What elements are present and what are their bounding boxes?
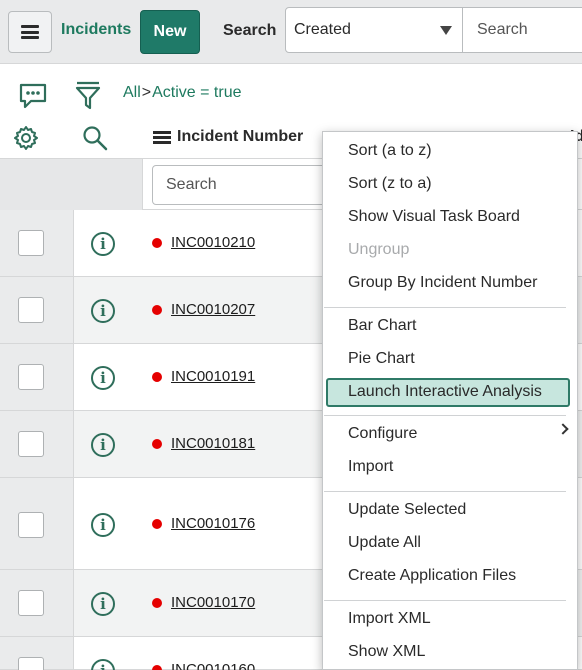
menu-item-update-all[interactable]: Update All xyxy=(348,534,421,552)
incident-link[interactable]: INC0010210 xyxy=(171,234,255,251)
priority-dot xyxy=(152,598,162,608)
personalize-list-button[interactable] xyxy=(12,124,40,152)
breadcrumb-condition[interactable]: Active = true xyxy=(152,84,241,101)
priority-dot xyxy=(152,665,162,670)
info-circle-icon[interactable]: i xyxy=(91,366,115,390)
menu-separator xyxy=(324,600,566,601)
incident-link[interactable]: INC0010181 xyxy=(171,435,255,452)
column-menu-icon[interactable] xyxy=(153,131,171,144)
menu-item-visual-task-board[interactable]: Show Visual Task Board xyxy=(348,208,520,226)
search-field-select[interactable]: Created xyxy=(285,7,463,53)
priority-dot xyxy=(152,519,162,529)
caret-down-icon xyxy=(440,26,452,35)
chevron-right-icon xyxy=(557,423,569,435)
column-search-input[interactable] xyxy=(152,165,332,205)
list-title: Incidents xyxy=(61,21,132,38)
column-context-menu: Sort (a to z) Sort (z to a) Show Visual … xyxy=(322,131,578,670)
incident-link[interactable]: INC0010170 xyxy=(171,594,255,611)
search-input[interactable] xyxy=(463,7,582,53)
menu-item-show-xml[interactable]: Show XML xyxy=(348,643,425,661)
incident-link[interactable]: INC0010207 xyxy=(171,301,255,318)
search-label: Search xyxy=(223,22,277,39)
row-checkbox[interactable] xyxy=(18,230,44,256)
menu-item-bar-chart[interactable]: Bar Chart xyxy=(348,317,416,335)
menu-item-pie-chart[interactable]: Pie Chart xyxy=(348,350,415,368)
info-circle-icon[interactable]: i xyxy=(91,592,115,616)
info-circle-icon[interactable]: i xyxy=(91,433,115,457)
column-header-label: Incident Number xyxy=(177,128,304,145)
activity-stream-button[interactable] xyxy=(18,82,48,110)
chat-bubble-icon xyxy=(19,83,47,109)
menu-item-group-by[interactable]: Group By Incident Number xyxy=(348,274,537,292)
menu-item-import[interactable]: Import xyxy=(348,458,393,476)
column-header-incident-number[interactable]: Incident Number xyxy=(153,128,303,146)
menu-separator xyxy=(324,491,566,492)
incident-link[interactable]: INC0010176 xyxy=(171,515,255,532)
gear-icon xyxy=(14,126,38,150)
menu-item-configure[interactable]: Configure xyxy=(348,425,417,443)
menu-item-sort-asc[interactable]: Sort (a to z) xyxy=(348,142,432,160)
menu-item-ungroup: Ungroup xyxy=(348,241,410,258)
info-circle-icon[interactable]: i xyxy=(91,513,115,537)
breadcrumb-all[interactable]: All xyxy=(123,84,141,101)
list-header-bar: Incidents New Search Created xyxy=(0,0,582,64)
info-circle-icon[interactable]: i xyxy=(91,299,115,323)
list-menu-button[interactable] xyxy=(8,11,52,53)
row-checkbox[interactable] xyxy=(18,590,44,616)
row-checkbox[interactable] xyxy=(18,364,44,390)
incident-link[interactable]: INC0010191 xyxy=(171,368,255,385)
filter-breadcrumb: All>Active = true xyxy=(123,84,242,102)
menu-separator xyxy=(324,415,566,416)
menu-item-create-application-files[interactable]: Create Application Files xyxy=(348,567,516,585)
priority-dot xyxy=(152,238,162,248)
priority-dot xyxy=(152,439,162,449)
filter-button[interactable] xyxy=(74,80,102,112)
new-button[interactable]: New xyxy=(140,10,200,54)
menu-item-launch-interactive-analysis[interactable]: Launch Interactive Analysis xyxy=(348,383,542,401)
row-checkbox[interactable] xyxy=(18,512,44,538)
priority-dot xyxy=(152,372,162,382)
menu-item-update-selected[interactable]: Update Selected xyxy=(348,501,466,519)
hamburger-icon xyxy=(21,25,39,39)
info-circle-icon[interactable]: i xyxy=(91,232,115,256)
toggle-search-button[interactable] xyxy=(81,124,109,152)
menu-item-import-xml[interactable]: Import XML xyxy=(348,610,431,628)
search-field-value: Created xyxy=(294,21,351,38)
menu-separator xyxy=(324,307,566,308)
menu-item-sort-desc[interactable]: Sort (z to a) xyxy=(348,175,432,193)
row-checkbox[interactable] xyxy=(18,297,44,323)
funnel-icon xyxy=(75,81,101,110)
priority-dot xyxy=(152,305,162,315)
row-checkbox[interactable] xyxy=(18,657,44,670)
search-row-gutter xyxy=(0,159,143,210)
incident-link[interactable]: INC0010160 xyxy=(171,661,255,670)
magnifier-icon xyxy=(83,126,108,151)
breadcrumb-separator: > xyxy=(141,84,152,101)
row-checkbox[interactable] xyxy=(18,431,44,457)
